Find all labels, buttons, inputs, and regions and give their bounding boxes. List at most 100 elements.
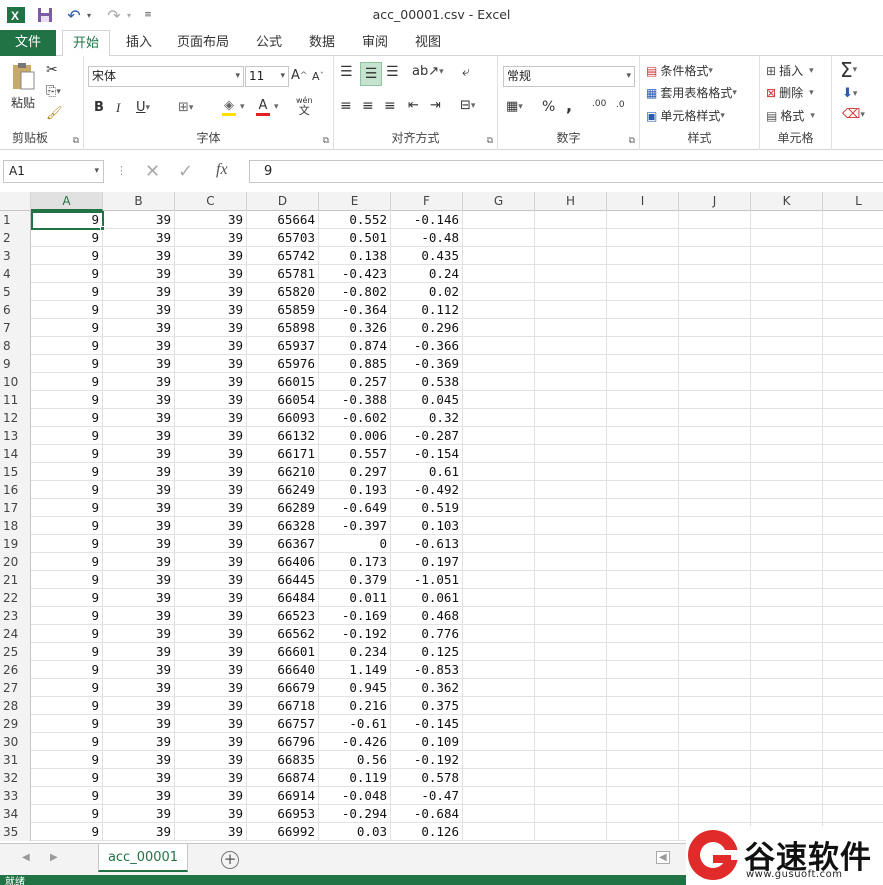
cell-h26[interactable] <box>535 661 607 679</box>
cell-c2[interactable]: 39 <box>175 229 247 247</box>
cell-j2[interactable] <box>679 229 751 247</box>
italic-button[interactable]: I <box>116 100 120 116</box>
cell-k17[interactable] <box>751 499 823 517</box>
cell-a2[interactable]: 9 <box>31 229 103 247</box>
cell-g12[interactable] <box>463 409 535 427</box>
cell-j9[interactable] <box>679 355 751 373</box>
cell-j23[interactable] <box>679 607 751 625</box>
cell-i23[interactable] <box>607 607 679 625</box>
bold-button[interactable]: B <box>94 100 104 115</box>
cell-h13[interactable] <box>535 427 607 445</box>
cell-l28[interactable] <box>823 697 883 715</box>
cell-j29[interactable] <box>679 715 751 733</box>
cell-b24[interactable]: 39 <box>103 625 175 643</box>
cell-a8[interactable]: 9 <box>31 337 103 355</box>
column-header-a[interactable]: A <box>31 192 103 211</box>
cell-h5[interactable] <box>535 283 607 301</box>
cell-c33[interactable]: 39 <box>175 787 247 805</box>
cell-b8[interactable]: 39 <box>103 337 175 355</box>
cell-i25[interactable] <box>607 643 679 661</box>
cell-g31[interactable] <box>463 751 535 769</box>
cell-g2[interactable] <box>463 229 535 247</box>
cell-e3[interactable]: 0.138 <box>319 247 391 265</box>
cell-f1[interactable]: -0.146 <box>391 211 463 229</box>
cell-e32[interactable]: 0.119 <box>319 769 391 787</box>
cell-k20[interactable] <box>751 553 823 571</box>
cell-a17[interactable]: 9 <box>31 499 103 517</box>
format-cells-button[interactable]: ▤ 格式 ▾ <box>766 107 815 124</box>
cell-f31[interactable]: -0.192 <box>391 751 463 769</box>
cell-i4[interactable] <box>607 265 679 283</box>
row-header[interactable]: 12 <box>0 409 31 427</box>
cell-g14[interactable] <box>463 445 535 463</box>
cell-j31[interactable] <box>679 751 751 769</box>
cancel-entry-icon[interactable]: ✕ <box>145 161 160 182</box>
cell-g19[interactable] <box>463 535 535 553</box>
row-header[interactable]: 13 <box>0 427 31 445</box>
cell-e20[interactable]: 0.173 <box>319 553 391 571</box>
cell-e11[interactable]: -0.388 <box>319 391 391 409</box>
merge-center-icon[interactable]: ⊟ ▾ <box>460 98 475 113</box>
cell-l10[interactable] <box>823 373 883 391</box>
cell-e23[interactable]: -0.169 <box>319 607 391 625</box>
cell-b18[interactable]: 39 <box>103 517 175 535</box>
decrease-decimal-button[interactable]: .0 <box>616 100 625 110</box>
cell-i24[interactable] <box>607 625 679 643</box>
cell-c19[interactable]: 39 <box>175 535 247 553</box>
cell-j20[interactable] <box>679 553 751 571</box>
cell-i10[interactable] <box>607 373 679 391</box>
cell-h30[interactable] <box>535 733 607 751</box>
cell-d26[interactable]: 66640 <box>247 661 319 679</box>
cell-i11[interactable] <box>607 391 679 409</box>
cell-d21[interactable]: 66445 <box>247 571 319 589</box>
cell-g18[interactable] <box>463 517 535 535</box>
cell-g34[interactable] <box>463 805 535 823</box>
cell-k5[interactable] <box>751 283 823 301</box>
cell-e18[interactable]: -0.397 <box>319 517 391 535</box>
cell-g7[interactable] <box>463 319 535 337</box>
cell-j14[interactable] <box>679 445 751 463</box>
cell-j13[interactable] <box>679 427 751 445</box>
cell-j15[interactable] <box>679 463 751 481</box>
scroll-sheets-left-icon[interactable]: ◀ <box>22 852 30 863</box>
cell-g3[interactable] <box>463 247 535 265</box>
cell-h1[interactable] <box>535 211 607 229</box>
cell-c34[interactable]: 39 <box>175 805 247 823</box>
cell-l25[interactable] <box>823 643 883 661</box>
cell-c24[interactable]: 39 <box>175 625 247 643</box>
cell-f35[interactable]: 0.126 <box>391 823 463 841</box>
select-all-corner[interactable] <box>0 192 31 211</box>
cell-g27[interactable] <box>463 679 535 697</box>
underline-button[interactable]: U ▾ <box>136 100 150 115</box>
cell-h32[interactable] <box>535 769 607 787</box>
cell-a34[interactable]: 9 <box>31 805 103 823</box>
cell-i32[interactable] <box>607 769 679 787</box>
cell-c29[interactable]: 39 <box>175 715 247 733</box>
cell-h25[interactable] <box>535 643 607 661</box>
cell-h18[interactable] <box>535 517 607 535</box>
cell-e30[interactable]: -0.426 <box>319 733 391 751</box>
cell-k29[interactable] <box>751 715 823 733</box>
cell-d2[interactable]: 65703 <box>247 229 319 247</box>
cell-d6[interactable]: 65859 <box>247 301 319 319</box>
cell-f13[interactable]: -0.287 <box>391 427 463 445</box>
row-header[interactable]: 2 <box>0 229 31 247</box>
cell-h6[interactable] <box>535 301 607 319</box>
cell-c5[interactable]: 39 <box>175 283 247 301</box>
cell-g25[interactable] <box>463 643 535 661</box>
cell-j11[interactable] <box>679 391 751 409</box>
cell-h3[interactable] <box>535 247 607 265</box>
cell-i8[interactable] <box>607 337 679 355</box>
cell-l26[interactable] <box>823 661 883 679</box>
cell-f11[interactable]: 0.045 <box>391 391 463 409</box>
cell-l6[interactable] <box>823 301 883 319</box>
cell-f21[interactable]: -1.051 <box>391 571 463 589</box>
cell-l23[interactable] <box>823 607 883 625</box>
cell-f17[interactable]: 0.519 <box>391 499 463 517</box>
cell-k30[interactable] <box>751 733 823 751</box>
cell-l20[interactable] <box>823 553 883 571</box>
cell-d11[interactable]: 66054 <box>247 391 319 409</box>
cell-b4[interactable]: 39 <box>103 265 175 283</box>
cell-d30[interactable]: 66796 <box>247 733 319 751</box>
cell-d23[interactable]: 66523 <box>247 607 319 625</box>
